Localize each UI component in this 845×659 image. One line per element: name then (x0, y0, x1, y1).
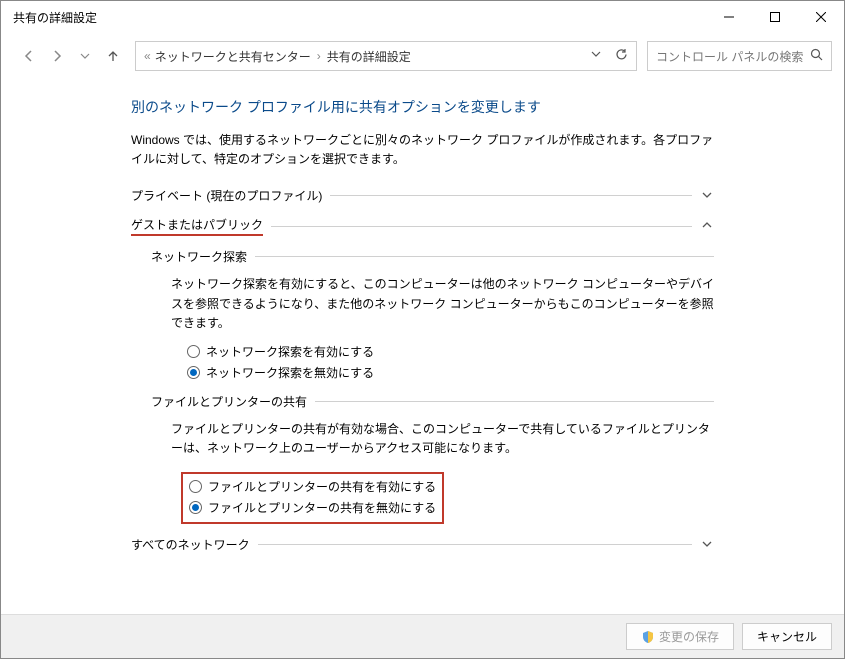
up-button[interactable] (101, 44, 125, 68)
radio-icon (189, 501, 202, 514)
section-guest: ゲストまたはパブリック ネットワーク探索 ネットワーク探索を有効にすると、このコ… (131, 216, 714, 524)
section-all-title: すべてのネットワーク (131, 536, 250, 553)
close-button[interactable] (798, 1, 844, 33)
radio-icon (189, 480, 202, 493)
titlebar: 共有の詳細設定 (1, 1, 844, 33)
radio-icon (187, 366, 200, 379)
section-all-networks: すべてのネットワーク (131, 536, 714, 553)
breadcrumb-root-icon: « (144, 49, 151, 63)
radio-fileprint-off[interactable]: ファイルとプリンターの共有を無効にする (189, 499, 436, 516)
fileprint-title: ファイルとプリンターの共有 (151, 393, 307, 410)
section-private-header[interactable]: プライベート (現在のプロファイル) (131, 187, 714, 204)
recent-dropdown[interactable] (73, 44, 97, 68)
address-bar[interactable]: « ネットワークと共有センター › 共有の詳細設定 (135, 41, 637, 71)
section-guest-header[interactable]: ゲストまたはパブリック (131, 216, 714, 236)
radio-discovery-off[interactable]: ネットワーク探索を無効にする (187, 364, 714, 381)
divider (255, 256, 714, 257)
breadcrumb-item-1[interactable]: ネットワークと共有センター (155, 48, 311, 65)
highlight-box: ファイルとプリンターの共有を有効にする ファイルとプリンターの共有を無効にする (181, 472, 444, 524)
footer: 変更の保存 キャンセル (1, 614, 844, 658)
section-guest-title: ゲストまたはパブリック (131, 216, 263, 236)
subgroup-file-printer-sharing: ファイルとプリンターの共有 ファイルとプリンターの共有が有効な場合、このコンピュ… (151, 393, 714, 524)
radio-label: ネットワーク探索を有効にする (206, 343, 374, 360)
cancel-button[interactable]: キャンセル (742, 623, 832, 650)
section-private-title: プライベート (現在のプロファイル) (131, 187, 322, 204)
radio-label: ファイルとプリンターの共有を有効にする (208, 478, 436, 495)
divider (271, 226, 692, 227)
divider (258, 544, 692, 545)
radio-label: ファイルとプリンターの共有を無効にする (208, 499, 436, 516)
radio-icon (187, 345, 200, 358)
refresh-icon[interactable] (615, 48, 628, 64)
fileprint-description: ファイルとプリンターの共有が有効な場合、このコンピューターで共有しているファイル… (171, 420, 714, 458)
search-input[interactable]: コントロール パネルの検索 (647, 41, 832, 71)
content-pane: 別のネットワーク プロファイル用に共有オプションを変更します Windows で… (1, 79, 844, 553)
divider (315, 401, 714, 402)
subgroup-network-discovery: ネットワーク探索 ネットワーク探索を有効にすると、このコンピューターは他のネット… (151, 248, 714, 381)
address-dropdown-icon[interactable] (591, 48, 601, 64)
section-private: プライベート (現在のプロファイル) (131, 187, 714, 204)
page-description: Windows では、使用するネットワークごとに別々のネットワーク プロファイル… (131, 131, 714, 169)
shield-icon (641, 630, 655, 644)
discovery-title: ネットワーク探索 (151, 248, 247, 265)
back-button[interactable] (17, 44, 41, 68)
save-button-label: 変更の保存 (659, 628, 719, 645)
window-title: 共有の詳細設定 (13, 9, 97, 26)
toolbar: « ネットワークと共有センター › 共有の詳細設定 コントロール パネルの検索 (1, 33, 844, 79)
forward-button[interactable] (45, 44, 69, 68)
chevron-down-icon (700, 537, 714, 553)
radio-discovery-on[interactable]: ネットワーク探索を有効にする (187, 343, 714, 360)
save-button[interactable]: 変更の保存 (626, 623, 734, 650)
search-placeholder: コントロール パネルの検索 (656, 48, 803, 65)
section-all-header[interactable]: すべてのネットワーク (131, 536, 714, 553)
divider (330, 195, 692, 196)
radio-fileprint-on[interactable]: ファイルとプリンターの共有を有効にする (189, 478, 436, 495)
radio-label: ネットワーク探索を無効にする (206, 364, 374, 381)
breadcrumb-sep-1: › (317, 49, 321, 63)
maximize-button[interactable] (752, 1, 798, 33)
chevron-up-icon (700, 218, 714, 234)
breadcrumb-item-2[interactable]: 共有の詳細設定 (327, 48, 411, 65)
chevron-down-icon (700, 188, 714, 204)
window-controls (706, 1, 844, 33)
search-icon (810, 48, 823, 64)
page-title: 別のネットワーク プロファイル用に共有オプションを変更します (131, 97, 714, 117)
cancel-button-label: キャンセル (757, 628, 817, 645)
discovery-description: ネットワーク探索を有効にすると、このコンピューターは他のネットワーク コンピュー… (171, 275, 714, 333)
minimize-button[interactable] (706, 1, 752, 33)
